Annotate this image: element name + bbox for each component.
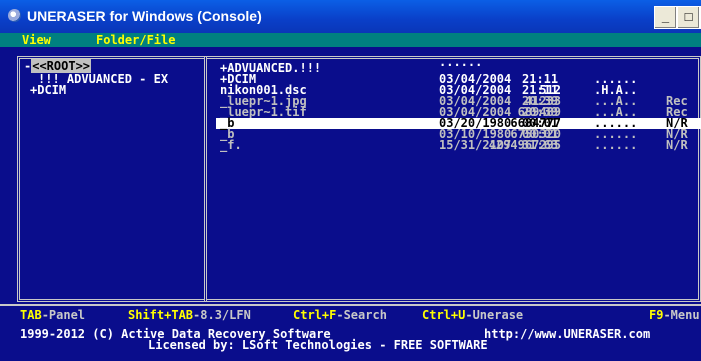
status-bar: TAB-Panel Shift+TAB-8.3/LFN Ctrl+F-Searc… (0, 304, 701, 322)
hint-ctrlf-key: Ctrl+F (293, 308, 337, 322)
minimize-button[interactable]: _ (654, 6, 677, 29)
hint-search[interactable]: Ctrl+F-Search (293, 308, 387, 322)
footer: 1999-2012 (C) Active Data Recovery Softw… (0, 324, 701, 361)
website-link[interactable]: http://www.UNERASER.com (484, 328, 650, 340)
hint-tab[interactable]: TAB-Panel (20, 308, 86, 322)
file-time: 31:63 (522, 138, 559, 152)
hint-shift-label: -8.3/LFN (193, 308, 251, 322)
hint-shift-key: Shift+TAB (128, 308, 194, 322)
hint-tab-label: -Panel (41, 308, 86, 322)
title-bar[interactable]: UNERASER for Windows (Console) _ □ × (0, 0, 701, 33)
hint-menu[interactable]: F9-Menu (649, 308, 700, 322)
menu-folder-file[interactable]: Folder/File (96, 33, 175, 47)
menu-bar: View Folder/File (0, 33, 701, 47)
hint-ctrlu-label: -Unerase (465, 308, 524, 322)
hint-f9-label: -Menu (663, 308, 700, 322)
hint-f9-key: F9 (649, 308, 664, 322)
panels-area: -<<ROOT>> !!! ADVUANCED - EX +DCIM .....… (0, 48, 701, 304)
file-attr: ...... (594, 138, 638, 152)
hint-tab-key: TAB (20, 308, 42, 322)
file-date: 15/31/2107 (439, 138, 512, 152)
hint-shift-tab[interactable]: Shift+TAB-8.3/LFN (128, 308, 251, 322)
tree-item-dcim[interactable]: +DCIM (30, 84, 66, 96)
console-window: UNERASER for Windows (Console) _ □ × Vie… (0, 0, 701, 361)
app-icon (8, 9, 21, 22)
tree-root[interactable]: <<ROOT>> (31, 59, 92, 73)
file-status: N/R (666, 138, 688, 152)
tree-root-line: -<<ROOT>> (24, 59, 92, 73)
hint-ctrlu-key: Ctrl+U (422, 308, 466, 322)
menu-view[interactable]: View (22, 33, 51, 47)
window-title: UNERASER for Windows (Console) (27, 8, 262, 24)
hint-unerase[interactable]: Ctrl+U-Unerase (422, 308, 524, 322)
hint-ctrlf-label: -Search (336, 308, 387, 322)
license-text: Licensed by: LSoft Technologies - FREE S… (148, 338, 488, 352)
file-row[interactable]: _f. 4294967295 15/31/2107 31:63...... N/R (216, 138, 701, 152)
maximize-button[interactable]: □ (677, 6, 700, 29)
